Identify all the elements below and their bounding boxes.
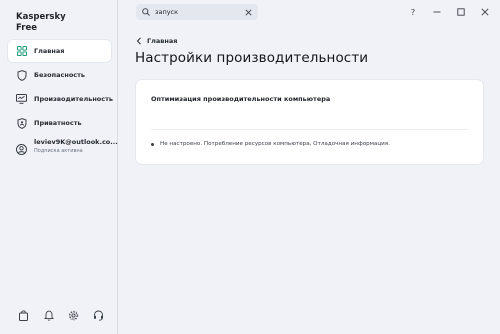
close-button[interactable] [479, 6, 491, 18]
minimize-button[interactable] [431, 6, 443, 18]
clear-search-icon[interactable] [245, 8, 252, 16]
sidebar-item-security[interactable]: Безопасность [8, 64, 111, 86]
page-title: Настройки производительности [135, 50, 369, 66]
search-input[interactable] [155, 8, 239, 16]
bell-icon[interactable] [43, 309, 54, 321]
shield-icon [16, 69, 27, 81]
minimize-icon [433, 11, 441, 13]
search-box[interactable] [136, 4, 258, 20]
card-title: Оптимизация производительности компьютер… [151, 95, 331, 103]
sidebar-item-label: Безопасность [34, 71, 86, 79]
sidebar-bottom-toolbar [18, 309, 104, 321]
privacy-shield-icon [16, 117, 27, 129]
card-divider [151, 129, 468, 130]
sidebar-item-label: Приватность [34, 119, 82, 127]
maximize-icon [457, 8, 465, 16]
app-name-line1: Kaspersky [16, 12, 66, 22]
maximize-button[interactable] [455, 6, 467, 18]
close-icon [481, 8, 489, 16]
home-grid-icon [16, 46, 27, 57]
app-brand: Kaspersky Free [16, 12, 66, 34]
sidebar: Kaspersky Free Главная Безопасность Прои… [0, 0, 118, 334]
sidebar-item-label: Производительность [34, 95, 114, 103]
store-bag-icon[interactable] [18, 309, 29, 321]
headset-icon[interactable] [93, 309, 104, 321]
card-status-text: Не настроено. Потребление ресурсов компь… [160, 141, 390, 147]
sidebar-item-performance[interactable]: Производительность [8, 88, 114, 110]
search-icon [142, 8, 150, 16]
app-name-line2: Free [16, 23, 37, 33]
breadcrumb-back[interactable]: Главная [136, 37, 177, 45]
sidebar-item-privacy[interactable]: Приватность [8, 112, 111, 134]
breadcrumb-label: Главная [147, 37, 178, 45]
chevron-left-icon [136, 37, 142, 45]
performance-optimization-card[interactable]: Оптимизация производительности компьютер… [136, 80, 483, 164]
gear-icon[interactable] [68, 309, 79, 321]
subscription-status: Подписка активна [34, 148, 83, 154]
monitor-icon [16, 94, 27, 105]
help-icon: ? [410, 7, 416, 17]
help-button[interactable]: ? [407, 6, 419, 18]
account-email: leviev9K@outlook.co... [34, 138, 118, 146]
sidebar-item-label: Главная [34, 47, 65, 55]
card-status-row: Не настроено. Потребление ресурсов компь… [151, 141, 390, 147]
status-dot [151, 142, 154, 146]
account-item[interactable]: leviev9K@outlook.co... Подписка активна [16, 138, 118, 156]
sidebar-item-home[interactable]: Главная [8, 40, 111, 62]
user-icon [16, 140, 27, 155]
